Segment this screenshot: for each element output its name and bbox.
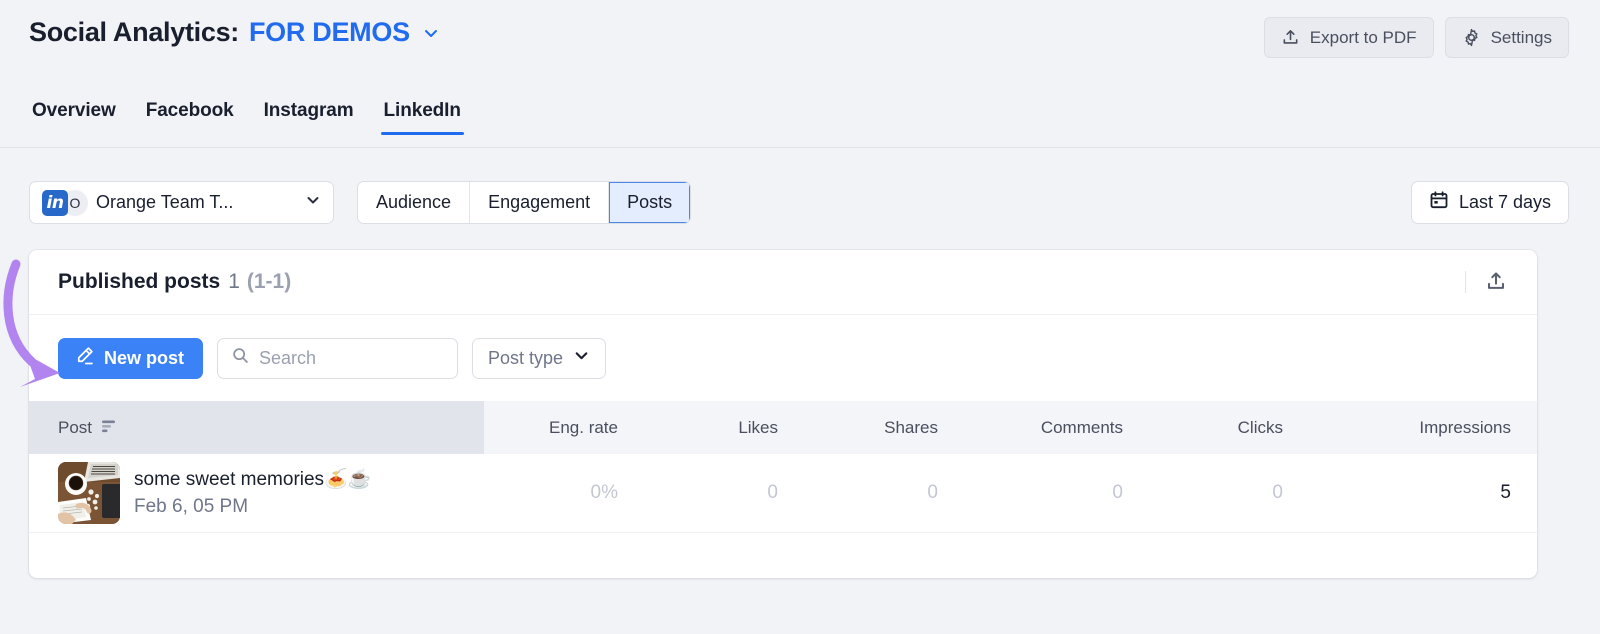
cell-comments: 0	[964, 454, 1149, 532]
tab-instagram-label: Instagram	[264, 100, 354, 121]
card-header: Published posts 1 (1-1)	[29, 250, 1537, 315]
segment-engagement[interactable]: Engagement	[470, 182, 609, 223]
account-avatar-group: O in	[42, 189, 92, 217]
pencil-icon	[74, 345, 95, 371]
column-header-post-label: Post	[58, 418, 92, 438]
column-header-clicks[interactable]: Clicks	[1149, 401, 1309, 454]
project-name: FOR DEMOS	[249, 17, 410, 47]
table-row[interactable]: some sweet memories🍝☕ Feb 6, 05 PM 0% 0 …	[29, 454, 1537, 532]
linkedin-icon: in	[42, 190, 68, 216]
desk-photo-thumbnail	[58, 462, 120, 524]
export-to-pdf-button[interactable]: Export to PDF	[1264, 17, 1434, 58]
account-selector[interactable]: O in Orange Team T...	[29, 181, 334, 224]
new-post-button[interactable]: New post	[58, 338, 203, 379]
tab-instagram[interactable]: Instagram	[261, 100, 357, 135]
cell-post: some sweet memories🍝☕ Feb 6, 05 PM	[29, 454, 484, 532]
cell-clicks: 0	[1149, 454, 1309, 532]
column-header-impressions[interactable]: Impressions	[1309, 401, 1537, 454]
search-field[interactable]	[217, 338, 458, 379]
column-header-eng-rate[interactable]: Eng. rate	[484, 401, 644, 454]
cell-shares: 0	[804, 454, 964, 532]
column-header-comments[interactable]: Comments	[964, 401, 1149, 454]
column-header-shares[interactable]: Shares	[804, 401, 964, 454]
search-input[interactable]	[259, 348, 444, 369]
search-icon	[231, 346, 250, 370]
header-actions: Export to PDF Settings	[1264, 17, 1569, 58]
column-header-eng-rate-label: Eng. rate	[549, 418, 618, 437]
calendar-icon	[1429, 190, 1449, 215]
column-header-impressions-label: Impressions	[1419, 418, 1511, 437]
tab-linkedin[interactable]: LinkedIn	[381, 100, 464, 135]
segment-audience-label: Audience	[376, 192, 451, 213]
card-range: (1-1)	[247, 270, 291, 294]
view-segmented-control: Audience Engagement Posts	[357, 181, 691, 224]
post-title: some sweet memories🍝☕	[134, 467, 371, 491]
chevron-down-icon	[305, 192, 321, 213]
gear-icon	[1462, 28, 1481, 47]
filter-bar: O in Orange Team T... Audience Engagemen…	[0, 178, 1600, 230]
column-header-likes[interactable]: Likes	[644, 401, 804, 454]
segment-posts[interactable]: Posts	[609, 182, 690, 223]
post-type-filter[interactable]: Post type	[472, 338, 606, 379]
header-divider	[1465, 271, 1466, 293]
sort-desc-icon	[101, 418, 117, 438]
posts-toolbar: New post Post type	[29, 315, 1537, 401]
chevron-down-icon[interactable]	[422, 24, 440, 42]
column-header-comments-label: Comments	[1041, 418, 1123, 437]
network-tabs: Overview Facebook Instagram LinkedIn	[0, 100, 1600, 149]
account-name: Orange Team T...	[96, 192, 299, 213]
post-date: Feb 6, 05 PM	[134, 496, 371, 518]
date-range-label: Last 7 days	[1459, 192, 1551, 213]
published-posts-card: Published posts 1 (1-1)	[29, 250, 1537, 578]
segment-engagement-label: Engagement	[488, 192, 590, 213]
segment-audience[interactable]: Audience	[358, 182, 470, 223]
column-header-shares-label: Shares	[884, 418, 938, 437]
project-selector[interactable]: FOR DEMOS	[249, 17, 410, 48]
segment-posts-label: Posts	[627, 192, 672, 213]
card-count: 1	[228, 270, 240, 294]
upload-icon	[1281, 28, 1300, 47]
export-to-pdf-label: Export to PDF	[1310, 28, 1417, 48]
export-icon[interactable]	[1484, 270, 1508, 294]
post-type-label: Post type	[488, 348, 563, 369]
column-header-post[interactable]: Post	[29, 401, 484, 454]
cell-eng-rate: 0%	[484, 454, 644, 532]
column-header-likes-label: Likes	[738, 418, 778, 437]
page-title: Social Analytics: FOR DEMOS	[29, 17, 440, 48]
page-title-prefix: Social Analytics:	[29, 17, 239, 48]
posts-table: Post Eng. rate Likes Shar	[29, 401, 1537, 533]
settings-label: Settings	[1491, 28, 1552, 48]
tab-linkedin-label: LinkedIn	[384, 100, 461, 121]
cell-likes: 0	[644, 454, 804, 532]
tab-overview-label: Overview	[32, 100, 116, 121]
tabs-divider	[0, 147, 1600, 148]
column-header-clicks-label: Clicks	[1238, 418, 1283, 437]
social-analytics-page: Social Analytics: FOR DEMOS Export to PD…	[0, 0, 1600, 634]
settings-button[interactable]: Settings	[1445, 17, 1569, 58]
tab-facebook-label: Facebook	[146, 100, 234, 121]
new-post-label: New post	[104, 348, 184, 369]
table-header-row: Post Eng. rate Likes Shar	[29, 401, 1537, 454]
tab-overview[interactable]: Overview	[29, 100, 119, 135]
card-title: Published posts	[58, 270, 220, 294]
date-range-picker[interactable]: Last 7 days	[1411, 181, 1569, 224]
page-header: Social Analytics: FOR DEMOS Export to PD…	[0, 0, 1600, 76]
chevron-down-icon	[573, 347, 590, 369]
tab-facebook[interactable]: Facebook	[143, 100, 237, 135]
cell-impressions: 5	[1309, 454, 1537, 532]
